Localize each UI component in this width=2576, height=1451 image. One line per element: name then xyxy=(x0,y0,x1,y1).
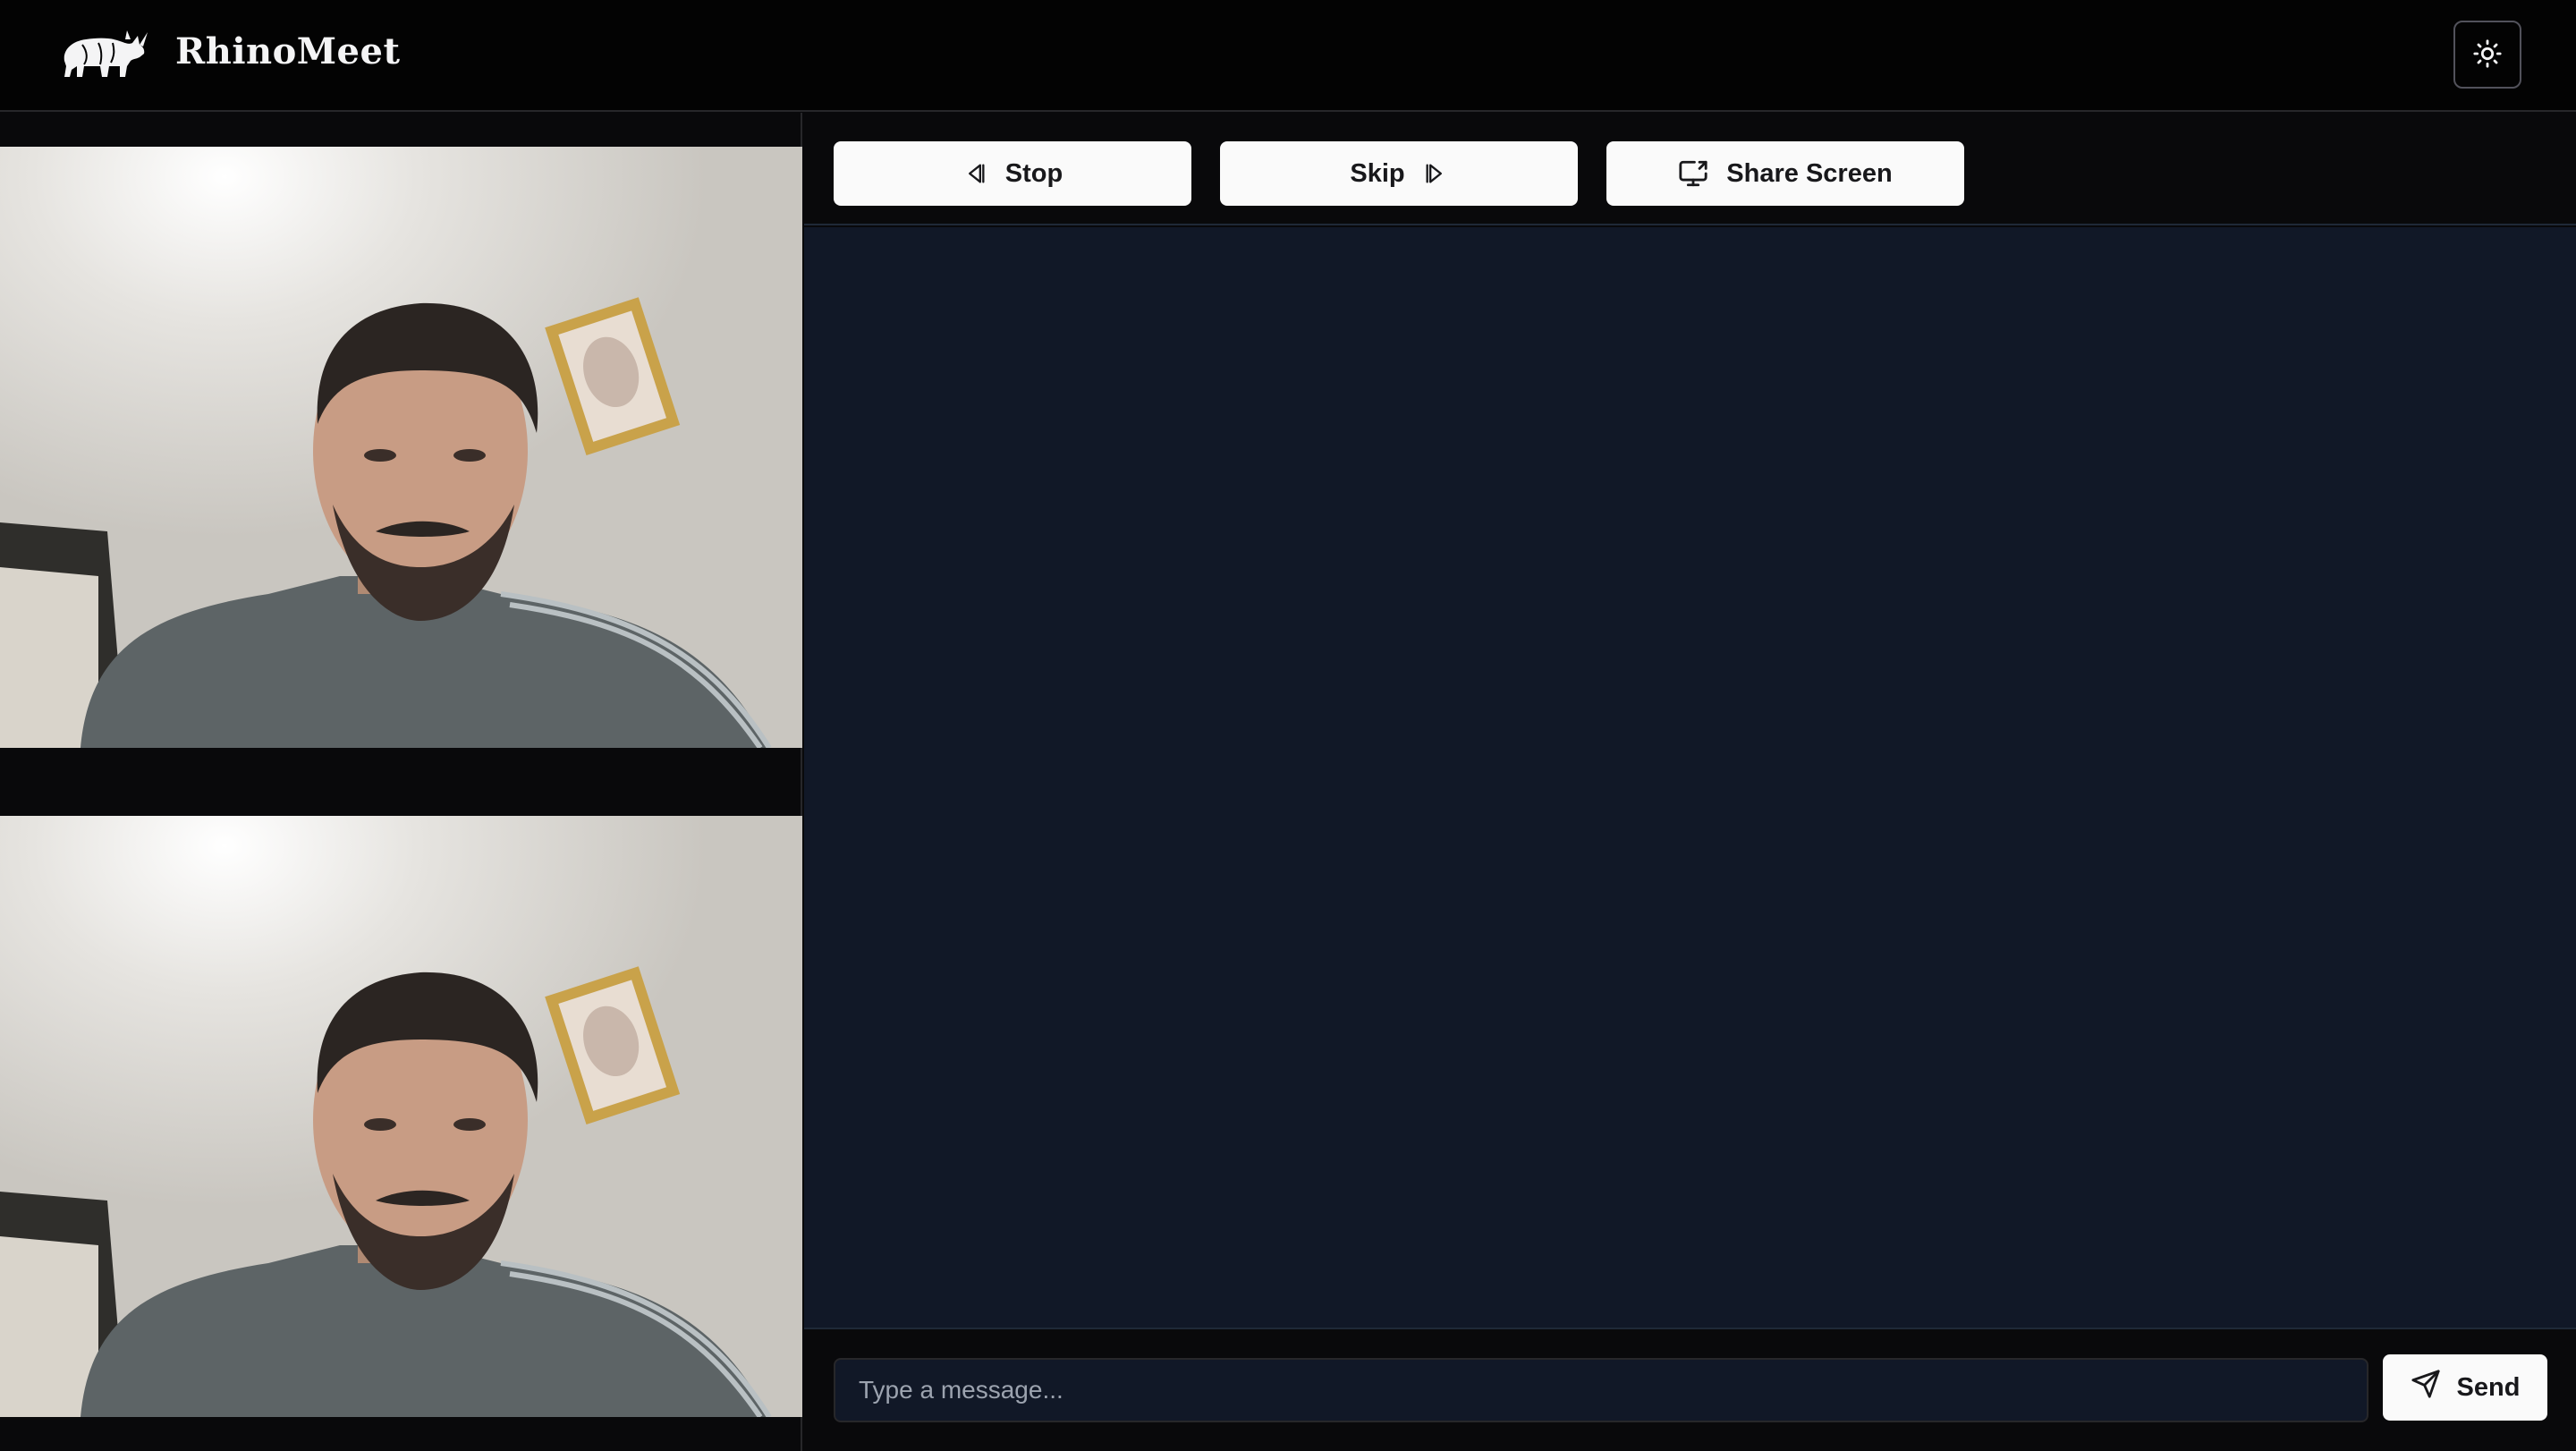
video-column xyxy=(0,113,802,1451)
skip-label: Skip xyxy=(1350,158,1405,188)
chat-messages-area[interactable] xyxy=(804,227,2576,1328)
rhino-logo-icon xyxy=(55,25,148,81)
screen-share-icon xyxy=(1678,158,1708,189)
call-toolbar: Stop Skip Share Screen xyxy=(804,113,2576,225)
share-screen-label: Share Screen xyxy=(1726,158,1893,188)
send-icon xyxy=(2411,1369,2441,1406)
message-input[interactable] xyxy=(834,1358,2368,1422)
send-button[interactable]: Send xyxy=(2383,1354,2547,1421)
message-composer: Send xyxy=(804,1328,2576,1451)
stop-button[interactable]: Stop xyxy=(834,141,1191,206)
theme-toggle-button[interactable] xyxy=(2453,21,2521,89)
top-header: RhinoMeet xyxy=(0,0,2576,112)
send-label: Send xyxy=(2456,1372,2521,1402)
step-back-icon xyxy=(962,161,987,186)
brand-name: RhinoMeet xyxy=(175,30,401,72)
share-screen-button[interactable]: Share Screen xyxy=(1606,141,1964,206)
sun-icon xyxy=(2472,38,2503,72)
chat-panel: Stop Skip Share Screen Type a message...… xyxy=(804,113,2576,1451)
local-video xyxy=(0,816,802,1417)
skip-button[interactable]: Skip xyxy=(1220,141,1578,206)
step-forward-icon xyxy=(1423,161,1448,186)
app-root: RhinoMeet Stop Skip Share Screen Type a … xyxy=(0,0,2576,1451)
remote-video xyxy=(0,147,802,748)
stop-label: Stop xyxy=(1004,158,1063,188)
